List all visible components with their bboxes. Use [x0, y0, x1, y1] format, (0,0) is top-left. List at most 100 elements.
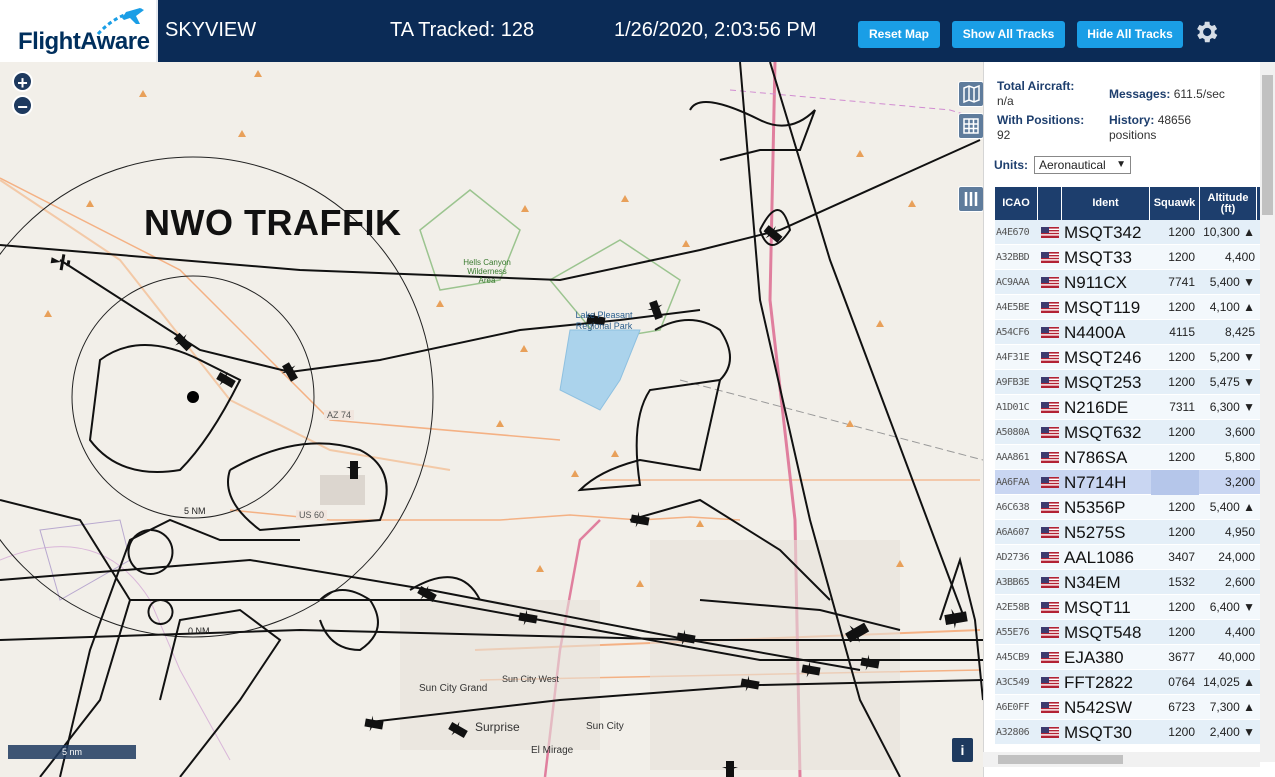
- map-layers-button[interactable]: [958, 81, 983, 107]
- row-ident: N7714H: [1064, 473, 1127, 492]
- col-header-icao[interactable]: ICAO: [995, 187, 1038, 220]
- row-squawk: 1200: [1168, 300, 1195, 314]
- map-view[interactable]: Hells Canyon Wilderness Area Lake Pleasa…: [0, 62, 983, 777]
- table-toggle-button[interactable]: [958, 113, 983, 139]
- table-row[interactable]: A3BB65 N34EM 1532 2,600: [995, 570, 1261, 595]
- row-altitude: 8,425: [1224, 325, 1255, 339]
- row-ident: N786SA: [1064, 448, 1128, 467]
- table-row[interactable]: A32BBD MSQT33 1200 4,400: [995, 245, 1261, 270]
- table-row[interactable]: A6C638 N5356P 1200 5,400 ▲: [995, 495, 1261, 520]
- table-row[interactable]: A6E0FF N542SW 6723 7,300 ▲: [995, 695, 1261, 720]
- col-header-squawk[interactable]: Squawk: [1150, 187, 1200, 220]
- stat-total-label: Total Aircraft:: [997, 79, 1075, 93]
- info-button[interactable]: i: [952, 738, 973, 762]
- row-squawk: 1532: [1168, 575, 1195, 589]
- row-icao: A3BB65: [996, 577, 1030, 588]
- sidebar-vertical-scrollbar[interactable]: [1260, 62, 1275, 762]
- tracked-count: TA Tracked: 128: [390, 19, 535, 41]
- zoom-in-button[interactable]: +: [12, 71, 33, 93]
- us-flag-icon: [1041, 302, 1059, 313]
- us-flag-icon: [1041, 227, 1059, 238]
- table-row[interactable]: A4E5BE MSQT119 1200 4,100 ▲: [995, 295, 1261, 320]
- table-row[interactable]: A54CF6 N4400A 4115 8,425: [995, 320, 1261, 345]
- row-altitude: 6,400 ▼: [1209, 600, 1255, 614]
- table-row[interactable]: A55E76 MSQT548 1200 4,400: [995, 620, 1261, 645]
- us-flag-icon: [1041, 327, 1059, 338]
- row-ident: N4400A: [1064, 323, 1126, 342]
- row-squawk: 4115: [1169, 325, 1195, 339]
- row-altitude: 10,300 ▲: [1203, 225, 1255, 239]
- table-row[interactable]: AAA861 N786SA 1200 5,800: [995, 445, 1261, 470]
- settings-gear-icon[interactable]: [1192, 18, 1220, 46]
- stat-history: History: 48656 positions: [1109, 113, 1191, 143]
- grid-icon: [963, 118, 979, 134]
- row-altitude: 4,950: [1224, 525, 1255, 539]
- table-row[interactable]: A9FB3E MSQT253 1200 5,475 ▼: [995, 370, 1261, 395]
- hide-all-tracks-button[interactable]: Hide All Tracks: [1077, 21, 1183, 48]
- row-icao: A32806: [996, 727, 1030, 738]
- table-row[interactable]: A45CB9 EJA380 3677 40,000: [995, 645, 1261, 670]
- table-row[interactable]: AC9AAA N911CX 7741 5,400 ▼: [995, 270, 1261, 295]
- reset-map-button[interactable]: Reset Map: [858, 21, 940, 48]
- us-flag-icon: [1041, 502, 1059, 513]
- col-header-flag[interactable]: [1038, 187, 1062, 220]
- row-squawk: 1200: [1168, 725, 1195, 739]
- flightaware-logo[interactable]: FlightAware: [0, 0, 158, 62]
- horizontal-scroll-thumb[interactable]: [998, 755, 1123, 764]
- col-header-altitude[interactable]: Altitude (ft): [1200, 187, 1257, 220]
- us-flag-icon: [1041, 552, 1059, 563]
- row-ident: MSQT11: [1064, 598, 1131, 617]
- row-ident: N5356P: [1064, 498, 1126, 517]
- us-flag-icon: [1041, 727, 1059, 738]
- row-squawk: 6723: [1168, 700, 1195, 714]
- app-title: SKYVIEW: [165, 19, 257, 41]
- table-row[interactable]: A4E670 MSQT342 1200 10,300 ▲: [995, 220, 1261, 245]
- row-icao: A55E76: [996, 627, 1030, 638]
- row-ident: MSQT632: [1064, 423, 1142, 442]
- row-ident: EJA380: [1064, 648, 1124, 667]
- show-all-tracks-button[interactable]: Show All Tracks: [952, 21, 1065, 48]
- row-icao: AD2736: [996, 552, 1030, 563]
- column-toggle-button[interactable]: [958, 186, 983, 212]
- row-icao: AA6FAA: [996, 477, 1030, 488]
- row-altitude: 7,300 ▲: [1209, 700, 1255, 714]
- table-row[interactable]: AD2736 AAL1086 3407 24,000: [995, 545, 1261, 570]
- row-icao: A45CB9: [996, 652, 1030, 663]
- logo-text: FlightAware: [18, 28, 150, 55]
- stat-history-label: History:: [1109, 113, 1155, 127]
- row-icao: A3C549: [996, 677, 1030, 688]
- row-ident: N5275S: [1064, 523, 1126, 542]
- row-altitude: 5,400 ▼: [1209, 275, 1255, 289]
- row-ident: MSQT30: [1064, 723, 1133, 742]
- table-row[interactable]: AA6FAA N7714H 3,200: [995, 470, 1261, 495]
- map-icon: [963, 84, 980, 104]
- map-label-el-mirage: El Mirage: [531, 745, 574, 756]
- row-squawk: 7311: [1169, 400, 1195, 414]
- zoom-out-button[interactable]: −: [12, 95, 33, 117]
- vertical-scroll-thumb[interactable]: [1262, 75, 1273, 215]
- range-label-0nm: 0 NM: [188, 626, 210, 636]
- table-row[interactable]: A4F31E MSQT246 1200 5,200 ▼: [995, 345, 1261, 370]
- sidebar-horizontal-scrollbar[interactable]: [983, 752, 1260, 767]
- us-flag-icon: [1041, 527, 1059, 538]
- row-altitude: 2,600: [1224, 575, 1255, 589]
- map-annotation: NWO TRAFFIK: [144, 202, 402, 243]
- col-header-ident[interactable]: Ident: [1062, 187, 1150, 220]
- row-icao: A1D01C: [996, 402, 1030, 413]
- table-row[interactable]: A3C549 FFT2822 0764 14,025 ▲: [995, 670, 1261, 695]
- row-altitude: 2,400 ▼: [1209, 725, 1255, 739]
- units-select[interactable]: Aeronautical ▼: [1034, 156, 1131, 174]
- row-icao: A4E5BE: [996, 302, 1030, 313]
- table-row[interactable]: A1D01C N216DE 7311 6,300 ▼: [995, 395, 1261, 420]
- table-row[interactable]: A2E58B MSQT11 1200 6,400 ▼: [995, 595, 1261, 620]
- row-altitude: 3,200: [1224, 475, 1255, 489]
- row-altitude: 5,200 ▼: [1209, 350, 1255, 364]
- table-row[interactable]: A32806 MSQT30 1200 2,400 ▼: [995, 720, 1261, 745]
- row-ident: AAL1086: [1064, 548, 1134, 567]
- us-flag-icon: [1041, 477, 1059, 488]
- map-canvas[interactable]: [0, 62, 983, 777]
- table-row[interactable]: A5080A MSQT632 1200 3,600: [995, 420, 1261, 445]
- map-label-sun-city: Sun City: [586, 721, 624, 732]
- table-row[interactable]: A6A607 N5275S 1200 4,950: [995, 520, 1261, 545]
- row-altitude: 4,400: [1224, 625, 1255, 639]
